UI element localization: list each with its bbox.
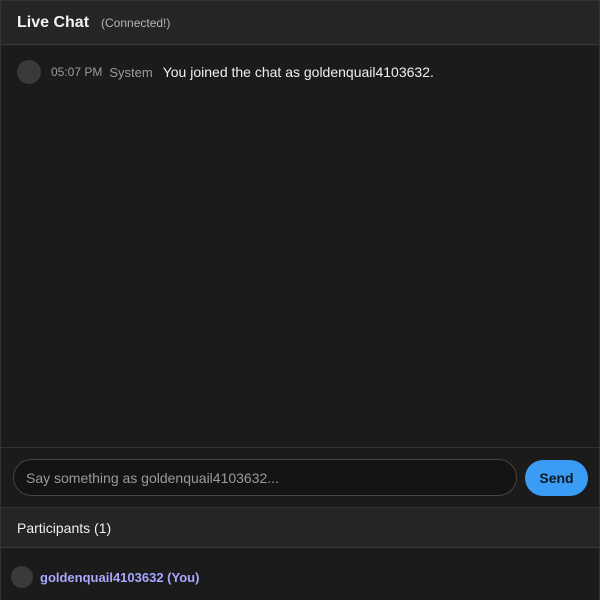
chat-header: Live Chat (Connected!) xyxy=(1,1,599,45)
avatar xyxy=(17,60,41,84)
participant-item: goldenquail4103632 (You) xyxy=(11,566,199,588)
live-chat-app: Live Chat (Connected!) 05:07 PM System Y… xyxy=(0,0,600,600)
page-title: Live Chat xyxy=(17,13,90,31)
participants-panel: Participants (1) goldenquail4103632 (You… xyxy=(1,507,599,600)
message-text: You joined the chat as goldenquail410363… xyxy=(162,64,434,80)
message-input[interactable] xyxy=(13,459,517,496)
message-list[interactable]: 05:07 PM System You joined the chat as g… xyxy=(1,46,599,447)
avatar xyxy=(11,566,33,588)
participant-name: goldenquail4103632 (You) xyxy=(40,569,200,585)
message-composer: Send xyxy=(1,447,599,507)
connection-status: (Connected!) xyxy=(101,15,171,30)
participants-header: Participants (1) xyxy=(1,508,599,548)
send-button[interactable]: Send xyxy=(525,460,588,496)
message-user: System xyxy=(109,64,153,80)
list-item: 05:07 PM System You joined the chat as g… xyxy=(17,59,583,85)
message-time: 05:07 PM xyxy=(51,65,103,79)
